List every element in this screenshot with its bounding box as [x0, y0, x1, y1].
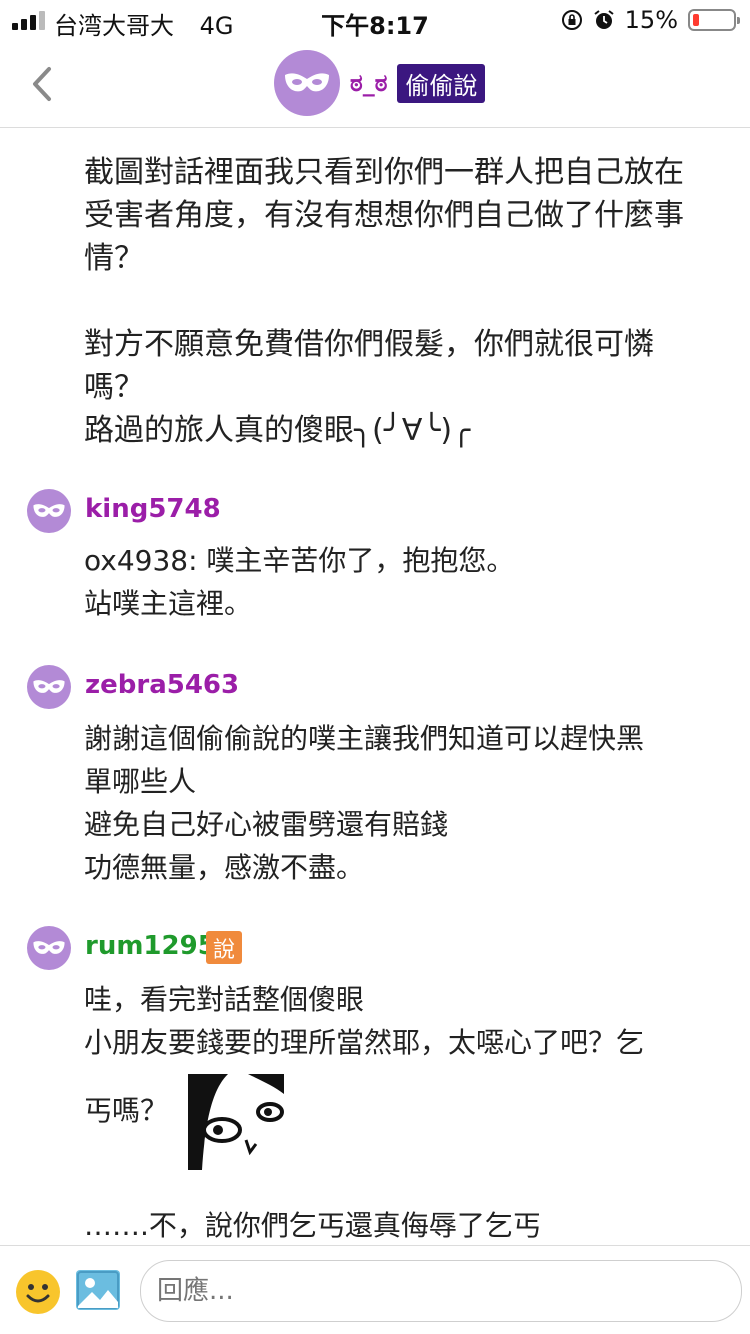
commenter-name[interactable]: zebra5463: [85, 670, 239, 700]
post-body: 截圖對話裡面我只看到你們一群人把自己放在 受害者角度，有沒有想想你們自己做了什麼…: [84, 151, 704, 452]
emoji-button[interactable]: [16, 1270, 60, 1314]
post-line: 嗎？: [84, 370, 144, 405]
poster-info[interactable]: ಠ_ಠ 偷偷說: [274, 50, 486, 116]
reply-bar: [0, 1245, 750, 1334]
comment-line: 丐嗎？: [84, 1094, 169, 1127]
response-badge: 說: [206, 931, 242, 964]
mask-icon: [285, 73, 329, 92]
comment-line: 避免自己好心被雷劈還有賠錢: [84, 808, 449, 841]
commenter-avatar[interactable]: [27, 665, 71, 709]
sticker-image[interactable]: [188, 1074, 285, 1170]
reply-input[interactable]: [140, 1260, 742, 1322]
alarm-icon: [594, 10, 614, 29]
post-line: 路過的旅人真的傻眼╮(╯∀╰)╭: [84, 413, 471, 448]
anonymous-tag: 偷偷說: [397, 63, 486, 103]
poster-username[interactable]: ಠ_ಠ: [350, 69, 387, 97]
comment-text: 謝謝這個偷偷說的噗主讓我們知道可以趕快黑 單哪些人 避免自己好心被雷劈還有賠錢 …: [84, 717, 704, 889]
comment-line-with-sticker: 丐嗎？: [84, 1064, 704, 1204]
mask-icon: [33, 504, 65, 517]
comment-line: ox4938: 噗主辛苦你了，抱抱您。: [84, 544, 515, 577]
comment-line: …….不，說你們乞丐還真侮辱了乞丐: [84, 1209, 541, 1242]
poster-avatar[interactable]: [274, 50, 340, 116]
status-right: 15%: [561, 6, 740, 34]
mask-icon: [33, 941, 65, 954]
post-line: 情？: [84, 241, 144, 276]
comment-line: 站噗主這裡。: [84, 587, 253, 620]
rotation-lock-icon: [561, 10, 582, 30]
comment-text: ox4938: 噗主辛苦你了，抱抱您。 站噗主這裡。: [84, 539, 704, 625]
post-line: 對方不願意免費借你們假髮，你們就很可憐: [84, 327, 654, 362]
commenter-avatar[interactable]: [27, 489, 71, 533]
commenter-name[interactable]: rum1295: [85, 931, 216, 961]
post-line: [84, 280, 704, 323]
plurk-content: 截圖對話裡面我只看到你們一群人把自己放在 受害者角度，有沒有想想你們自己做了什麼…: [0, 129, 750, 1245]
commenter-name[interactable]: king5748: [85, 494, 221, 524]
image-icon: [77, 1271, 119, 1309]
post-line: 受害者角度，有沒有想想你們自己做了什麼事: [84, 198, 684, 233]
comment-line: 功德無量，感激不盡。: [84, 851, 365, 884]
battery-icon: [688, 9, 740, 31]
comment-line: 哇，看完對話整個傻眼: [84, 983, 365, 1016]
mask-icon: [33, 680, 65, 693]
smiley-icon: [26, 1284, 50, 1303]
chevron-left-icon: [33, 67, 51, 101]
commenter-avatar[interactable]: [27, 926, 71, 970]
status-bar: 台湾大哥大 4G 下午8:17 15%: [0, 0, 750, 40]
post-line: 截圖對話裡面我只看到你們一群人把自己放在: [84, 155, 684, 190]
battery-level: [693, 14, 699, 26]
nav-bar: ಠ_ಠ 偷偷說: [0, 40, 750, 128]
comment-line: 謝謝這個偷偷說的噗主讓我們知道可以趕快黑: [84, 722, 645, 755]
back-button[interactable]: [22, 62, 62, 106]
image-upload-button[interactable]: [76, 1270, 120, 1310]
comment-text: 哇，看完對話整個傻眼 小朋友要錢要的理所當然耶，太噁心了吧？乞 丐嗎？ …….不…: [84, 978, 704, 1245]
comment-line: 單哪些人: [84, 765, 197, 798]
comment-line: 小朋友要錢要的理所當然耶，太噁心了吧？乞: [84, 1026, 645, 1059]
battery-percent: 15%: [624, 6, 678, 34]
